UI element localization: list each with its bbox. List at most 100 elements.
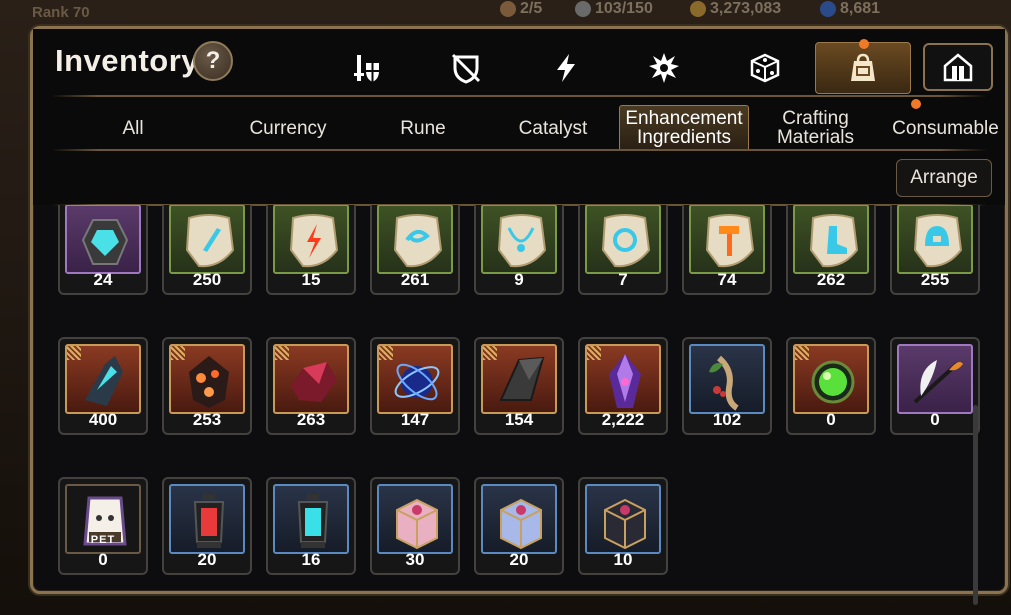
helmet-rune-icon xyxy=(913,214,963,268)
item-tag-label: PET xyxy=(90,534,116,546)
tab-enhancement-ingredients[interactable]: Enhancement Ingredients xyxy=(619,105,749,151)
inventory-item-slot[interactable]: 400 xyxy=(58,337,148,435)
herb-root-icon xyxy=(709,355,739,411)
item-art xyxy=(377,344,453,414)
inventory-item-slot[interactable]: 2,222 xyxy=(578,337,668,435)
item-count: 253 xyxy=(192,410,222,429)
inventory-item-slot[interactable]: 261 xyxy=(370,205,460,295)
gem-icon xyxy=(820,1,836,17)
inventory-item-slot[interactable]: 102 xyxy=(682,337,772,435)
category-artifact-button[interactable] xyxy=(435,43,497,93)
item-art xyxy=(689,344,765,414)
category-gear-button[interactable] xyxy=(335,43,397,93)
boot-rune-icon xyxy=(809,214,859,268)
inventory-item-slot[interactable]: 154 xyxy=(474,337,564,435)
inventory-item-slot[interactable]: 16 xyxy=(266,477,356,575)
item-count: 2,222 xyxy=(601,410,645,429)
stone-shard-icon xyxy=(499,356,545,401)
consumable-notification-dot xyxy=(911,99,921,109)
item-count: 7 xyxy=(618,270,628,289)
arrange-button[interactable]: Arrange xyxy=(896,159,992,197)
inventory-item-slot[interactable]: PET 0 xyxy=(58,477,148,575)
item-count: 16 xyxy=(301,550,321,569)
black-chest-icon xyxy=(604,498,646,550)
inventory-item-slot[interactable]: 250 xyxy=(162,205,252,295)
inventory-item-slot[interactable]: 30 xyxy=(370,477,460,575)
tab-currency[interactable]: Currency xyxy=(213,105,363,151)
inventory-item-slot[interactable]: 253 xyxy=(162,337,252,435)
ring-rune-icon xyxy=(601,214,651,268)
fire-core-icon xyxy=(189,356,229,408)
keys-stat: 2/5 xyxy=(500,0,542,18)
inventory-item-slot[interactable]: 24 xyxy=(58,205,148,295)
item-count: 30 xyxy=(405,550,425,569)
item-count: 261 xyxy=(400,270,430,289)
item-count: 263 xyxy=(296,410,326,429)
feather-quill-icon xyxy=(913,360,963,404)
item-count: 74 xyxy=(717,270,737,289)
coin-icon xyxy=(690,1,706,17)
pink-chest-icon xyxy=(396,498,438,550)
help-button[interactable]: ? xyxy=(193,41,233,81)
material-notification-dot xyxy=(859,39,869,49)
tab-rune[interactable]: Rune xyxy=(363,105,483,151)
inventory-item-slot[interactable]: 262 xyxy=(786,205,876,295)
cyan-lantern-icon xyxy=(297,494,329,548)
inventory-item-slot[interactable]: 10 xyxy=(578,477,668,575)
inventory-item-slot[interactable]: 255 xyxy=(890,205,980,295)
item-count: 20 xyxy=(509,550,529,569)
energy-icon xyxy=(575,1,591,17)
item-art xyxy=(273,484,349,554)
item-art xyxy=(169,344,245,414)
category-house-button[interactable] xyxy=(923,43,993,91)
lightning-icon xyxy=(557,54,575,82)
broken-shield-icon xyxy=(451,53,481,84)
category-dice-button[interactable] xyxy=(734,43,796,93)
tab-consumable[interactable]: Consumable xyxy=(883,105,1008,151)
inventory-item-slot[interactable]: 74 xyxy=(682,205,772,295)
item-art xyxy=(65,344,141,414)
item-count: 24 xyxy=(93,270,113,289)
item-art xyxy=(65,205,141,274)
item-art xyxy=(169,205,245,274)
inventory-item-slot[interactable]: 0 xyxy=(786,337,876,435)
page-title: Inventory xyxy=(55,43,200,78)
tab-crafting-materials[interactable]: Crafting Materials xyxy=(753,105,878,151)
inventory-item-slot[interactable]: 7 xyxy=(578,205,668,295)
red-lantern-icon xyxy=(193,494,225,548)
inventory-item-slot[interactable]: 9 xyxy=(474,205,564,295)
item-art xyxy=(377,484,453,554)
top-status-bar: Rank 70 2/5 103/150 3,273,083 8,681 xyxy=(0,0,1011,28)
inventory-item-slot[interactable]: 15 xyxy=(266,205,356,295)
hammer-rune-icon xyxy=(705,214,755,268)
item-art xyxy=(585,205,661,274)
grid-scrollbar[interactable] xyxy=(973,405,978,605)
inventory-item-slot[interactable]: 20 xyxy=(474,477,564,575)
inventory-item-slot[interactable]: 20 xyxy=(162,477,252,575)
inventory-item-slot[interactable]: 147 xyxy=(370,337,460,435)
category-material-button[interactable] xyxy=(815,42,911,94)
item-count: 0 xyxy=(98,550,108,569)
item-art xyxy=(689,205,765,274)
inventory-item-slot[interactable]: 263 xyxy=(266,337,356,435)
key-icon xyxy=(500,1,516,17)
necklace-rune-icon xyxy=(497,214,547,268)
tab-all[interactable]: All xyxy=(83,105,183,151)
category-skill-button[interactable] xyxy=(535,43,597,93)
arcane-orb-icon xyxy=(394,363,440,401)
inventory-header: Inventory ? All Currency Rune Catalyst E… xyxy=(33,29,1005,206)
category-burst-button[interactable] xyxy=(633,43,695,93)
blue-chest-icon xyxy=(500,498,542,550)
burst-icon xyxy=(649,53,679,83)
tab-catalyst[interactable]: Catalyst xyxy=(493,105,613,151)
header-divider xyxy=(51,95,987,97)
inventory-item-slot[interactable]: 0 xyxy=(890,337,980,435)
sword-rune-icon xyxy=(185,214,235,268)
item-art xyxy=(481,484,557,554)
inventory-tabs: All Currency Rune Catalyst Enhancement I… xyxy=(63,105,1003,151)
item-art xyxy=(897,344,973,414)
item-count: 20 xyxy=(197,550,217,569)
purple-gem-icon xyxy=(81,219,129,265)
sword-shield-icon xyxy=(354,55,379,82)
item-art xyxy=(377,205,453,274)
